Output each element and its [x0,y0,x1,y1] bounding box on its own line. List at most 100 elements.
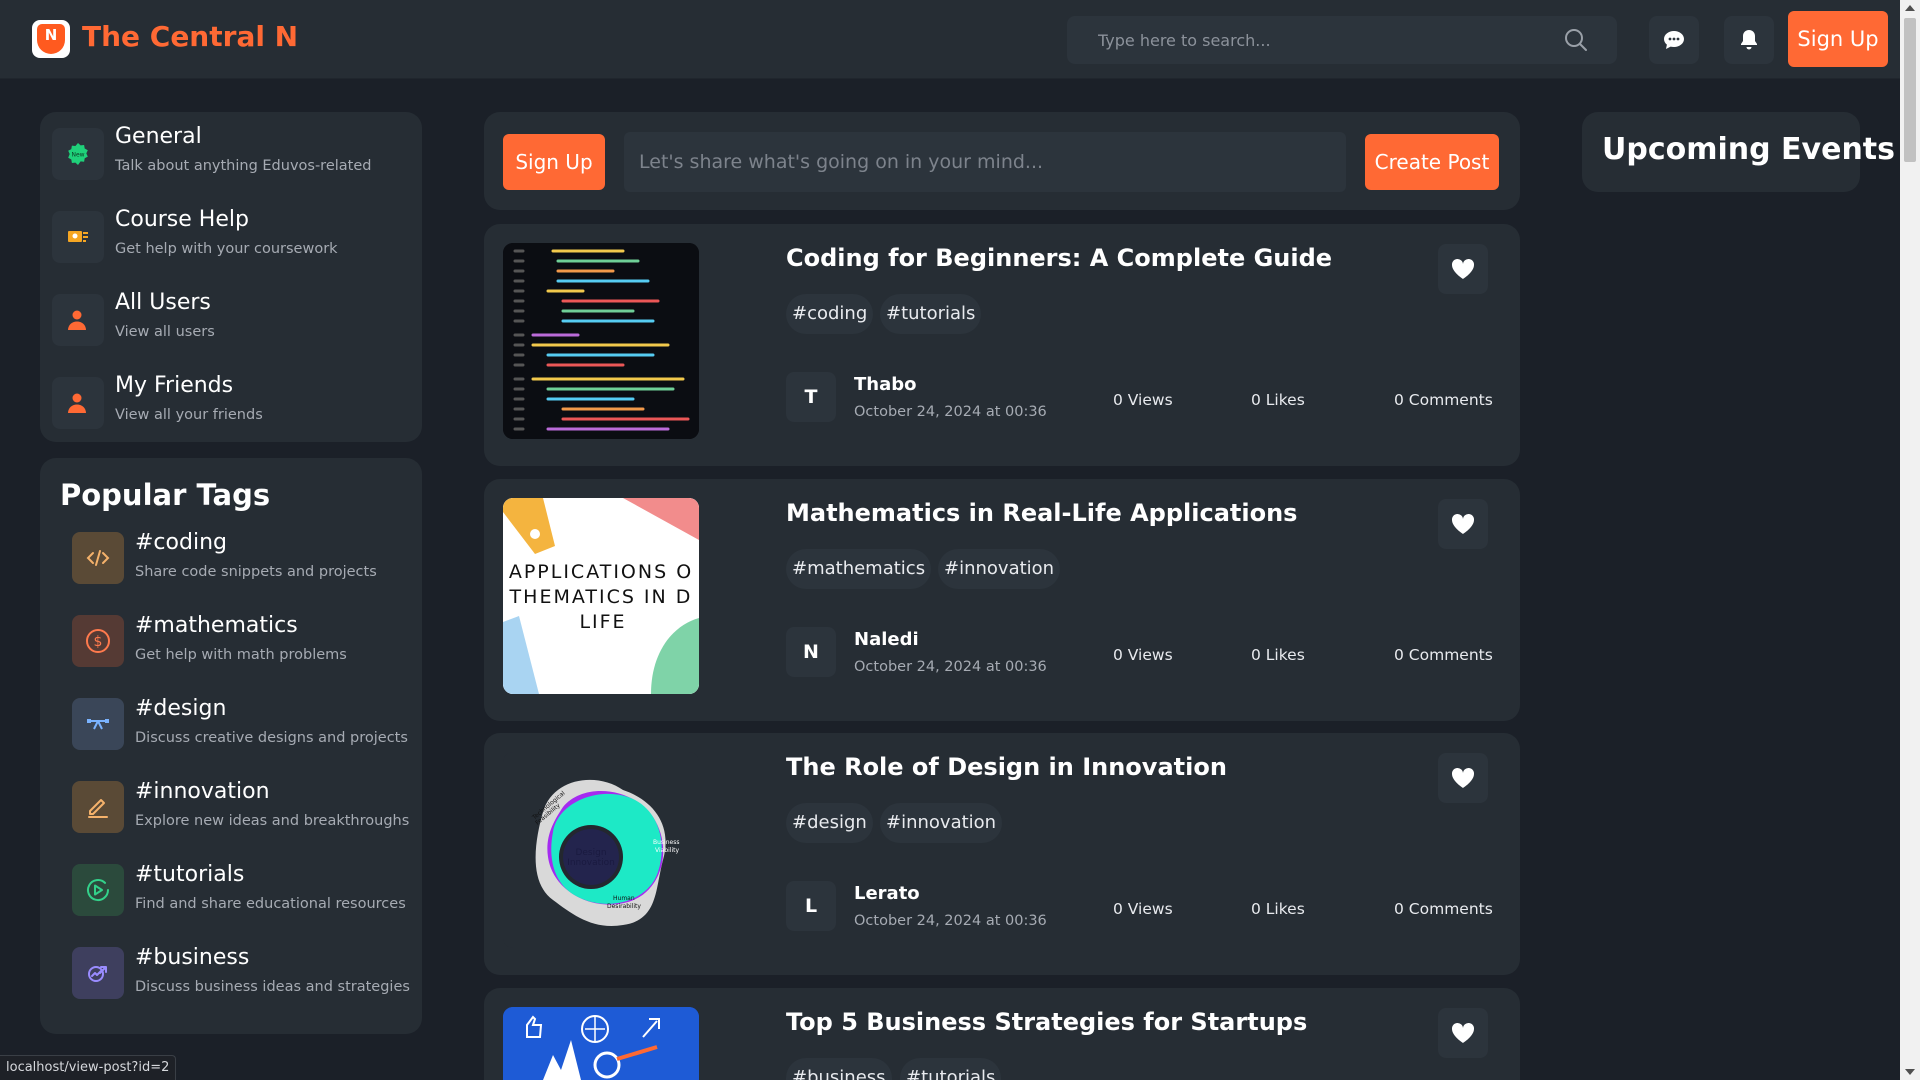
post-card[interactable]: APPLICATIONS O THEMATICS IN D LIFE Mathe… [484,479,1520,721]
image-label: Design [575,848,606,858]
post-image[interactable]: APPLICATIONS O THEMATICS IN D LIFE [503,498,699,694]
author-name[interactable]: Thabo [854,374,917,395]
post-card[interactable]: Top 5 Business Strategies for Startups #… [484,988,1520,1080]
tag-subtitle: Discuss business ideas and strategies [135,979,410,995]
post-title[interactable]: Coding for Beginners: A Complete Guide [786,244,1332,272]
course-icon [52,211,104,263]
search-icon[interactable] [1563,27,1589,53]
tag-title: #business [135,945,250,970]
sidebar-item-title: My Friends [115,373,234,398]
like-button[interactable] [1438,1008,1488,1058]
popular-tags-title: Popular Tags [60,478,271,512]
link-status-bar: localhost/view-post?id=2 [0,1055,177,1080]
post-tag-chip[interactable]: #innovation [880,803,1003,843]
tag-title: #design [135,696,227,721]
post-tag-chip[interactable]: #business [786,1058,892,1080]
comments-count: 0 Comments [1394,900,1493,918]
tag-item-mathematics[interactable]: $ #mathematics Get help with math proble… [72,613,412,677]
sidebar-item-my-friends[interactable]: My Friends View all your friends [52,373,412,437]
like-button[interactable] [1438,499,1488,549]
scrollbar[interactable] [1900,0,1920,1080]
post-title[interactable]: Mathematics in Real-Life Applications [786,499,1297,527]
search-bar [1067,16,1617,64]
sidebar-item-course-help[interactable]: Course Help Get help with your coursewor… [52,207,412,271]
code-icon [72,532,124,584]
like-button[interactable] [1438,244,1488,294]
tag-item-tutorials[interactable]: #tutorials Find and share educational re… [72,862,412,926]
post-image[interactable] [503,1007,699,1080]
logo-letter: N [37,24,65,54]
tag-item-design[interactable]: #design Discuss creative designs and pro… [72,696,412,760]
tag-item-coding[interactable]: #coding Share code snippets and projects [72,530,412,594]
avatar[interactable]: L [786,881,836,931]
image-text-line: THEMATICS IN D [509,586,693,608]
post-card[interactable]: Coding for Beginners: A Complete Guide #… [484,224,1520,466]
tag-subtitle: Find and share educational resources [135,896,406,912]
tag-item-innovation[interactable]: #innovation Explore new ideas and breakt… [72,779,412,843]
header-signup-button[interactable]: Sign Up [1788,11,1888,67]
comments-count: 0 Comments [1394,391,1493,409]
image-label: Desirability [607,903,641,910]
post-tag-chip[interactable]: #mathematics [786,549,932,589]
design-innovation-image: Design Innovation Technological Feasibil… [530,779,679,926]
sidebar-item-title: Course Help [115,207,249,232]
badge-icon: New [52,128,104,180]
popular-tags-panel: Popular Tags #coding Share code snippets… [40,458,422,1034]
heart-icon [1451,767,1475,788]
author-name[interactable]: Naledi [854,629,919,650]
tag-item-business[interactable]: #business Discuss business ideas and str… [72,945,412,1009]
post-image[interactable]: Design Innovation Technological Feasibil… [503,752,699,948]
post-card[interactable]: Design Innovation Technological Feasibil… [484,733,1520,975]
post-input[interactable] [624,132,1346,192]
likes-count: 0 Likes [1251,391,1305,409]
dollar-icon: $ [72,615,124,667]
business-illustration-image [503,1007,699,1080]
search-input[interactable] [1067,16,1547,64]
scroll-thumb[interactable] [1904,18,1916,162]
messages-button[interactable] [1649,16,1699,64]
post-tag-chip[interactable]: #innovation [938,549,1061,589]
heart-icon [1451,258,1475,279]
views-count: 0 Views [1113,646,1173,664]
avatar[interactable]: T [786,372,836,422]
code-screenshot-image [503,243,699,439]
sidebar-item-subtitle: Talk about anything Eduvos-related [115,158,372,174]
sidebar-item-subtitle: View all your friends [115,407,263,423]
post-image[interactable] [503,243,699,439]
brand-name[interactable]: The Central N [82,20,298,53]
views-count: 0 Views [1113,900,1173,918]
upcoming-events-title: Upcoming Events [1602,132,1895,167]
scroll-down-arrow[interactable] [1905,1069,1915,1075]
post-title[interactable]: Top 5 Business Strategies for Startups [786,1008,1307,1036]
sidebar-nav: New General Talk about anything Eduvos-r… [40,112,422,442]
like-button[interactable] [1438,753,1488,803]
author-name[interactable]: Lerato [854,883,920,904]
tag-subtitle: Explore new ideas and breakthroughs [135,813,410,829]
scroll-up-arrow[interactable] [1905,5,1915,11]
notifications-button[interactable] [1724,16,1774,64]
chart-icon [72,947,124,999]
heart-icon [1451,1022,1475,1043]
image-text-line: APPLICATIONS O [509,561,693,583]
svg-text:$: $ [94,634,103,650]
avatar[interactable]: N [786,627,836,677]
post-date: October 24, 2024 at 00:36 [854,659,1047,675]
create-post-button[interactable]: Create Post [1365,134,1499,190]
math-poster-image: APPLICATIONS O THEMATICS IN D LIFE [503,498,699,694]
pen-icon [72,781,124,833]
upcoming-events-panel: Upcoming Events [1582,112,1895,192]
post-tag-chip[interactable]: #coding [786,294,874,334]
post-tag-chip[interactable]: #design [786,803,873,843]
post-title[interactable]: The Role of Design in Innovation [786,753,1227,781]
logo[interactable]: N [32,20,70,58]
image-text-line: LIFE [579,611,626,633]
play-icon [72,864,124,916]
views-count: 0 Views [1113,391,1173,409]
sidebar-item-all-users[interactable]: All Users View all users [52,290,412,354]
tag-title: #tutorials [135,862,245,887]
post-date: October 24, 2024 at 00:36 [854,404,1047,420]
post-tag-chip[interactable]: #tutorials [880,294,982,334]
post-tag-chip[interactable]: #tutorials [900,1058,1002,1080]
sidebar-item-general[interactable]: New General Talk about anything Eduvos-r… [52,124,412,188]
composer-signup-button[interactable]: Sign Up [503,134,605,190]
